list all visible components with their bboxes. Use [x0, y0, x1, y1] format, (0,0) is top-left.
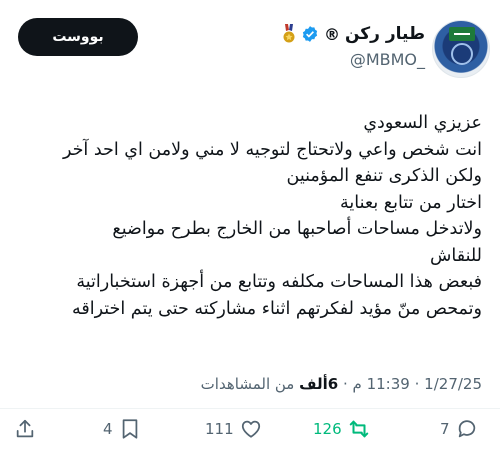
- views-count: 6ألف: [299, 375, 339, 393]
- tweet-text: عزيزي السعودي انت شخص واعي ولاتحتاج لتوج…: [7, 110, 482, 322]
- tweet-time[interactable]: 11:39 م: [353, 375, 410, 393]
- verified-badge-icon: [302, 26, 318, 42]
- reply-icon: [458, 420, 475, 438]
- flag-emblem: [449, 27, 475, 41]
- tweet-line: انت شخص واعي ولاتحتاج لتوجيه لا مني ولام…: [62, 139, 482, 160]
- avatar[interactable]: [432, 20, 490, 78]
- retweet-icon: [349, 420, 368, 438]
- tweet-line: اختار من تتابع بعناية: [340, 192, 482, 213]
- registered-mark: ®: [323, 24, 340, 44]
- display-name[interactable]: طيار ركن: [345, 24, 425, 44]
- meta-separator: ·: [342, 375, 348, 393]
- reply-button[interactable]: 7: [440, 418, 478, 440]
- bookmark-button[interactable]: 4: [103, 418, 141, 440]
- views-label: من المشاهدات: [200, 375, 295, 393]
- tweet-line: ولكن الذكرى تنفع المؤمنين: [286, 166, 482, 186]
- share-button[interactable]: [14, 418, 36, 440]
- divider: [0, 408, 500, 409]
- retweet-button[interactable]: 126: [313, 418, 370, 440]
- retweet-count: 126: [313, 420, 342, 438]
- reply-count: 7: [440, 420, 450, 438]
- tweet-line: للنقاش: [430, 245, 482, 266]
- bookmark-count: 4: [103, 420, 113, 438]
- tweet-line: عزيزي السعودي: [363, 113, 482, 133]
- like-button[interactable]: 111: [205, 418, 262, 440]
- user-name-row: طيار ركن ®: [282, 22, 425, 46]
- tweet-metadata: 1/27/25 · 11:39 م · 6ألف من المشاهدات: [201, 375, 482, 393]
- medal-icon: [283, 24, 295, 43]
- bookmark-icon: [122, 419, 137, 439]
- user-handle[interactable]: @MBMO_: [350, 50, 425, 69]
- tweet-line: ولاتدخل مساحات أصاحبها من الخارج بطرح مو…: [112, 219, 482, 239]
- tweet-line: وتمحص منّ مؤيد لفكرتهم اثناء مشاركته حتى…: [72, 298, 482, 319]
- tweet-line: فبعض هذا المساحات مكلفه وتتابع من أجهزة …: [76, 272, 482, 292]
- like-icon: [241, 420, 260, 438]
- boost-button[interactable]: بووست: [18, 18, 138, 56]
- like-count: 111: [205, 420, 234, 438]
- share-icon: [16, 419, 34, 438]
- globe-emblem: [451, 43, 473, 65]
- tweet-date[interactable]: 1/27/25: [424, 375, 482, 393]
- meta-separator: ·: [414, 375, 420, 393]
